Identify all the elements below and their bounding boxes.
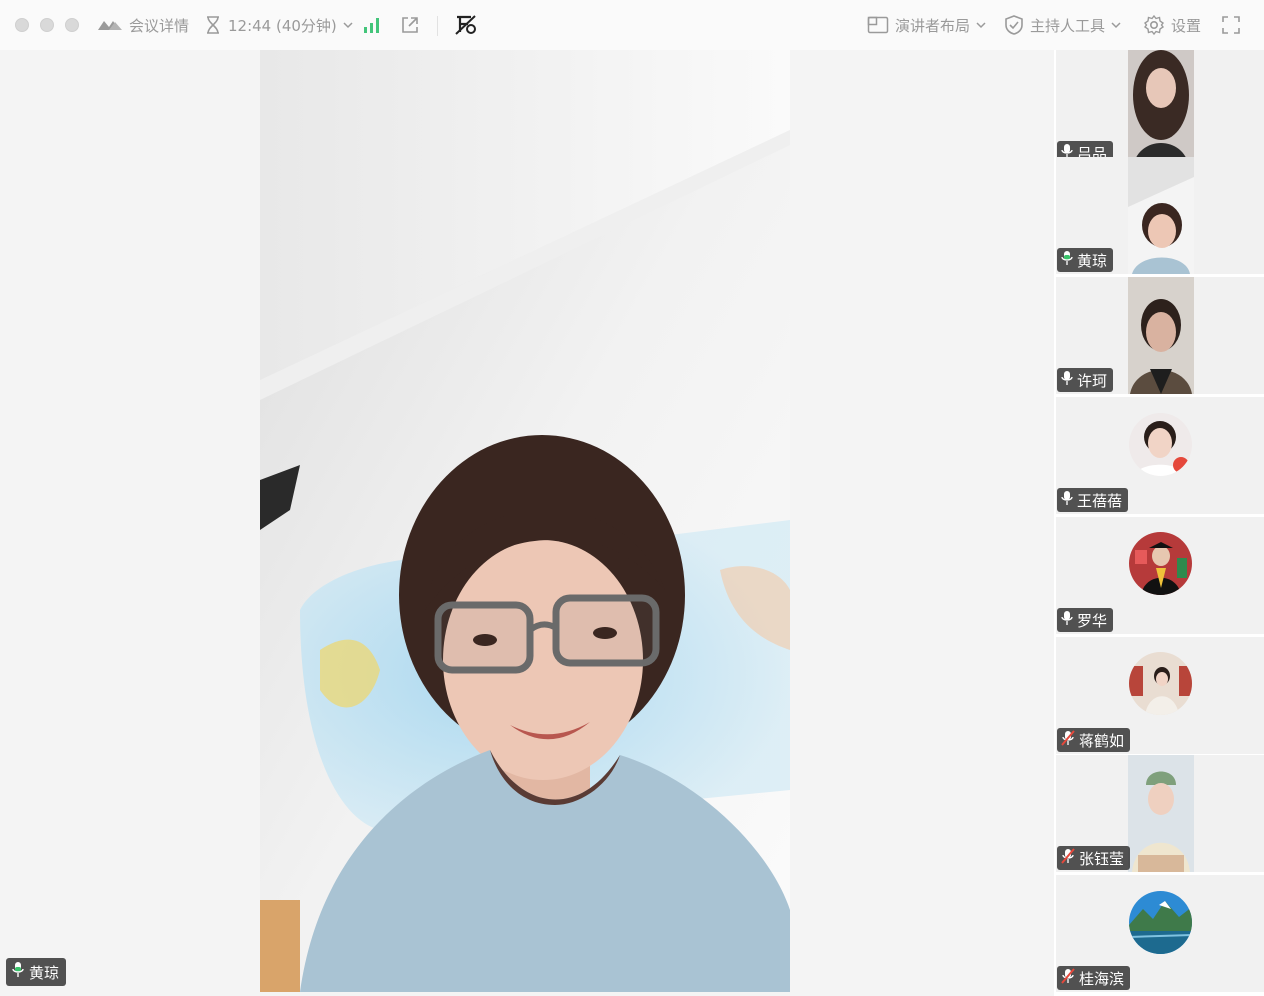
participant-tile[interactable]: 黄琼 bbox=[1056, 157, 1264, 274]
participant-tile[interactable]: 蒋鹤如 bbox=[1056, 637, 1264, 754]
participant-avatar bbox=[1129, 891, 1192, 954]
share-external-button[interactable] bbox=[400, 0, 420, 50]
speaker-video-frame bbox=[260, 50, 790, 992]
meeting-details-button[interactable]: 会议详情 bbox=[97, 0, 189, 50]
layout-icon bbox=[867, 16, 889, 34]
participant-tile[interactable]: 王蓓蓓 bbox=[1056, 397, 1264, 514]
participant-name-tag: 张钰莹 bbox=[1057, 846, 1131, 870]
screen-share-off-icon bbox=[454, 14, 478, 36]
fullscreen-icon bbox=[1221, 15, 1241, 35]
main-speaker-name: 黄琼 bbox=[29, 963, 60, 982]
mic-muted-icon bbox=[1061, 730, 1075, 750]
participant-tile[interactable]: 许珂 bbox=[1056, 277, 1264, 394]
participant-video bbox=[1128, 50, 1194, 167]
participant-name-tag: 王蓓蓓 bbox=[1057, 488, 1129, 512]
stop-share-button[interactable] bbox=[454, 0, 478, 50]
participant-name: 黄琼 bbox=[1077, 251, 1108, 270]
participant-name-tag: 许珂 bbox=[1057, 368, 1114, 392]
participant-name-tag: 桂海滨 bbox=[1057, 966, 1131, 990]
participant-name: 罗华 bbox=[1077, 611, 1108, 630]
participant-tile[interactable]: 罗华 bbox=[1056, 517, 1264, 634]
settings-label: 设置 bbox=[1171, 16, 1202, 35]
participant-name-tag: 蒋鹤如 bbox=[1057, 728, 1131, 752]
window-zoom-button[interactable] bbox=[65, 18, 79, 32]
chevron-down-icon bbox=[976, 21, 986, 29]
toolbar-divider bbox=[437, 16, 438, 36]
participant-avatar bbox=[1129, 652, 1192, 715]
host-tools-button[interactable]: 主持人工具 bbox=[1004, 0, 1121, 50]
meeting-logo-icon bbox=[97, 17, 123, 33]
participant-video bbox=[1128, 755, 1194, 872]
gear-icon bbox=[1143, 14, 1165, 36]
participant-name: 蒋鹤如 bbox=[1079, 731, 1125, 750]
participant-name: 王蓓蓓 bbox=[1077, 491, 1123, 510]
shield-icon bbox=[1004, 14, 1024, 36]
host-tools-label: 主持人工具 bbox=[1030, 16, 1106, 35]
participant-video bbox=[1128, 277, 1194, 394]
presenter-layout-label: 演讲者布局 bbox=[895, 16, 971, 35]
participant-tile[interactable]: 桂海滨 bbox=[1056, 875, 1264, 992]
mic-icon bbox=[1061, 490, 1073, 510]
chevron-down-icon bbox=[343, 21, 353, 29]
hourglass-icon bbox=[204, 15, 222, 35]
chevron-down-icon bbox=[1111, 21, 1121, 29]
participant-video bbox=[1128, 157, 1194, 274]
meeting-timer[interactable]: 12:44 (40分钟) bbox=[204, 0, 353, 50]
window-close-button[interactable] bbox=[15, 18, 29, 32]
settings-button[interactable]: 设置 bbox=[1143, 0, 1201, 50]
window-minimize-button[interactable] bbox=[40, 18, 54, 32]
participant-tile[interactable]: 张钰莹 bbox=[1056, 755, 1264, 872]
mic-active-icon bbox=[1061, 250, 1073, 270]
title-bar: 会议详情 12:44 (40分钟) 演讲者布局 主持人工具 设置 bbox=[0, 0, 1264, 51]
main-stage: 黄琼 bbox=[0, 50, 1054, 996]
participant-name: 桂海滨 bbox=[1079, 969, 1125, 988]
mic-icon bbox=[1061, 370, 1073, 390]
mic-icon bbox=[1061, 610, 1073, 630]
signal-bars-icon bbox=[362, 16, 382, 34]
fullscreen-button[interactable] bbox=[1221, 0, 1241, 50]
participants-sidebar[interactable]: 吕品 黄琼 许珂 王蓓蓓 罗华 蒋鹤如 张钰莹 桂海滨 bbox=[1054, 50, 1264, 996]
participant-name-tag: 罗华 bbox=[1057, 608, 1114, 632]
main-speaker-video[interactable] bbox=[260, 50, 790, 992]
presenter-layout-button[interactable]: 演讲者布局 bbox=[867, 0, 986, 50]
mic-active-icon bbox=[11, 961, 25, 983]
main-speaker-name-tag: 黄琼 bbox=[6, 958, 67, 986]
network-signal-indicator[interactable] bbox=[362, 0, 382, 50]
participant-name-tag: 黄琼 bbox=[1057, 248, 1114, 272]
meeting-details-label: 会议详情 bbox=[129, 16, 190, 35]
timer-label: 12:44 (40分钟) bbox=[228, 16, 337, 35]
participant-tile[interactable]: 吕品 bbox=[1056, 50, 1264, 167]
mic-muted-icon bbox=[1061, 848, 1075, 868]
participant-name: 张钰莹 bbox=[1079, 849, 1125, 868]
participant-avatar bbox=[1129, 532, 1192, 595]
participant-name: 许珂 bbox=[1077, 371, 1108, 390]
mic-muted-icon bbox=[1061, 968, 1075, 988]
participant-avatar bbox=[1129, 413, 1192, 476]
external-link-icon bbox=[400, 15, 420, 35]
